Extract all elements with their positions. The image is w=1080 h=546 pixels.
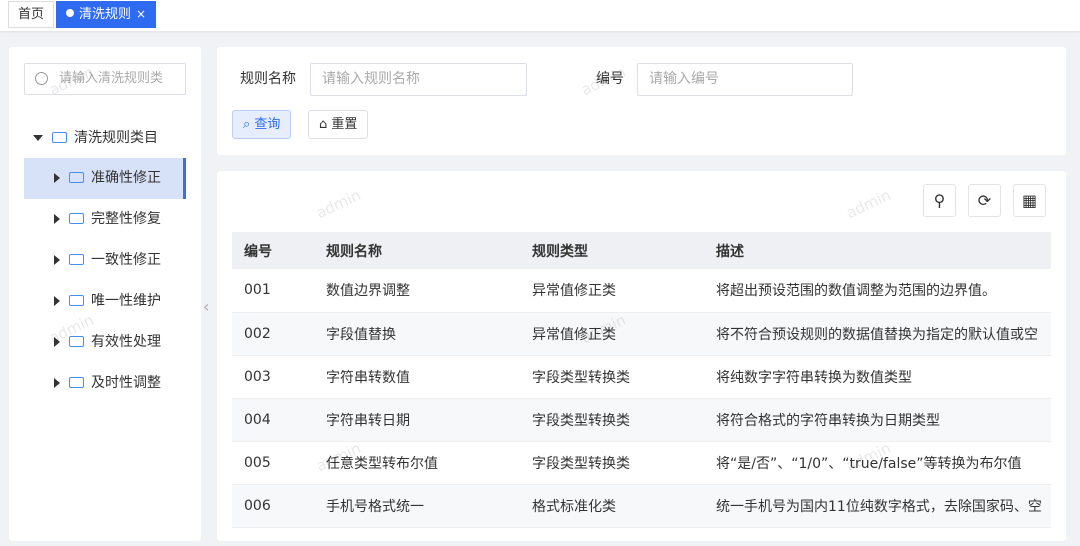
query-panel: 规则名称 请输入规则名称 编号 请输入编号 ⌕ 查询 ⌂ 重置 (217, 47, 1066, 155)
rules-table: 编号 规则名称 规则类型 描述 001 数值边界调整 异常值修正类 将超出预设范围的数… (232, 232, 1051, 528)
cell-description: 将纯数字字符串转换为数值类型 (704, 355, 1051, 399)
collapse-sidebar-icon[interactable]: ‹ (203, 297, 209, 316)
node-label: 有效性处理 (91, 334, 161, 350)
tab-home[interactable]: 首页 (8, 1, 55, 28)
header-rule-name: 规则名称 (314, 232, 520, 269)
reset-button[interactable]: ⌂ 重置 (308, 110, 369, 139)
cell-rule-type: 异常值修正类 (520, 269, 704, 313)
active-dot-icon (66, 9, 74, 17)
table-row[interactable]: 002 字段值替换 异常值修正类 将不符合预设规则的数据值替换为指定的默认值或空 (232, 312, 1051, 356)
table-panel: ⚲ ⟳ ▦ 编号 规则名称 规则类型 描述 001 数值边界调整 异常值修正类 将超出… (217, 171, 1066, 541)
node-label: 一致性修正 (91, 252, 161, 268)
search-placeholder: 请输入清洗规则类 (59, 71, 164, 86)
cell-rule-name: 字符串转日期 (314, 398, 520, 442)
cell-rule-type: 格式标准化类 (520, 484, 704, 528)
category-tree-panel: 请输入清洗规则类 清洗规则类目 准确性修正 完整性修复 一致性修正 唯一性维护 … (9, 47, 201, 541)
folder-icon (69, 254, 84, 265)
cell-description: 将超出预设范围的数值调整为范围的边界值。 (704, 269, 1051, 313)
tree-node[interactable]: 准确性修正 (24, 158, 186, 199)
caret-right-icon[interactable] (54, 173, 60, 183)
cell-rule-name: 任意类型转布尔值 (314, 441, 520, 485)
tab-label: 清洗规则 (79, 7, 132, 22)
cell-code: 002 (232, 312, 314, 356)
cell-rule-name: 手机号格式统一 (314, 484, 520, 528)
close-icon[interactable]: × (136, 7, 146, 21)
code-label: 编号 (596, 71, 624, 87)
search-button-label: 查询 (254, 117, 281, 132)
refresh-button[interactable]: ⟳ (968, 184, 1001, 217)
folder-icon (69, 213, 84, 224)
node-label: 及时性调整 (91, 375, 161, 391)
caret-right-icon[interactable] (54, 337, 60, 347)
cell-rule-name: 字符串转数值 (314, 355, 520, 399)
tree-root-label: 清洗规则类目 (74, 130, 158, 146)
cell-code: 001 (232, 269, 314, 313)
grid-icon: ▦ (1021, 191, 1038, 210)
folder-icon (69, 295, 84, 306)
toggle-search-button[interactable]: ⚲ (923, 184, 956, 217)
tab-cleaning-rules[interactable]: 清洗规则 × (56, 1, 157, 28)
columns-button[interactable]: ▦ (1013, 184, 1046, 217)
caret-right-icon[interactable] (54, 255, 60, 265)
cell-code: 005 (232, 441, 314, 485)
node-label: 完整性修复 (91, 211, 161, 227)
cell-rule-type: 字段类型转换类 (520, 441, 704, 485)
cell-rule-type: 异常值修正类 (520, 312, 704, 356)
reset-button-label: 重置 (331, 117, 358, 132)
reset-icon: ⌂ (319, 117, 332, 132)
tree-node[interactable]: 有效性处理 (24, 322, 186, 363)
table-row[interactable]: 001 数值边界调整 异常值修正类 将超出预设范围的数值调整为范围的边界值。 (232, 269, 1051, 313)
cell-description: 将符合格式的字符串转换为日期类型 (704, 398, 1051, 442)
cell-description: 将“是/否”、“1/0”、“true/false”等转换为布尔值 (704, 441, 1051, 485)
table-row[interactable]: 003 字符串转数值 字段类型转换类 将纯数字字符串转换为数值类型 (232, 355, 1051, 399)
cell-description: 将不符合预设规则的数据值替换为指定的默认值或空 (704, 312, 1051, 356)
refresh-icon: ⟳ (977, 191, 992, 210)
caret-right-icon[interactable] (54, 296, 60, 306)
caret-right-icon[interactable] (54, 214, 60, 224)
header-description: 描述 (704, 232, 1051, 269)
tab-bar: 首页 清洗规则 × (0, 0, 1080, 31)
table-header: 编号 规则名称 规则类型 描述 (232, 232, 1051, 269)
code-input[interactable]: 请输入编号 (637, 63, 853, 96)
caret-right-icon[interactable] (54, 378, 60, 388)
cell-code: 003 (232, 355, 314, 399)
tree-root[interactable]: 清洗规则类目 (24, 127, 158, 149)
rule-name-input[interactable]: 请输入规则名称 (310, 63, 527, 96)
cell-code: 006 (232, 484, 314, 528)
cell-rule-type: 字段类型转换类 (520, 355, 704, 399)
folder-icon (69, 172, 84, 183)
search-icon: ⚲ (933, 191, 946, 210)
tree-node[interactable]: 一致性修正 (24, 240, 186, 281)
caret-down-icon[interactable] (33, 135, 43, 141)
table-row[interactable]: 004 字符串转日期 字段类型转换类 将符合格式的字符串转换为日期类型 (232, 398, 1051, 442)
cell-rule-type: 字段类型转换类 (520, 398, 704, 442)
node-label: 唯一性维护 (91, 293, 161, 309)
search-button[interactable]: ⌕ 查询 (232, 110, 292, 139)
header-code: 编号 (232, 232, 314, 269)
cell-rule-name: 字段值替换 (314, 312, 520, 356)
folder-icon (52, 132, 67, 143)
folder-icon (69, 336, 84, 347)
table-row[interactable]: 005 任意类型转布尔值 字段类型转换类 将“是/否”、“1/0”、“true/fal… (232, 441, 1051, 485)
table-row[interactable]: 006 手机号格式统一 格式标准化类 统一手机号为国内11位纯数字格式，去除国家码、空 (232, 484, 1051, 528)
header-rule-type: 规则类型 (520, 232, 704, 269)
cell-code: 004 (232, 398, 314, 442)
node-label: 准确性修正 (91, 170, 161, 186)
tree-node[interactable]: 唯一性维护 (24, 281, 186, 322)
tree-search-input[interactable]: 请输入清洗规则类 (24, 63, 186, 95)
rule-name-label: 规则名称 (240, 71, 296, 87)
cell-description: 统一手机号为国内11位纯数字格式，去除国家码、空 (704, 484, 1051, 528)
folder-icon (69, 377, 84, 388)
search-list-icon: ⌕ (243, 117, 255, 132)
tree-node[interactable]: 及时性调整 (24, 363, 186, 404)
cell-rule-name: 数值边界调整 (314, 269, 520, 313)
tree-node[interactable]: 完整性修复 (24, 199, 186, 240)
search-icon (35, 72, 48, 85)
